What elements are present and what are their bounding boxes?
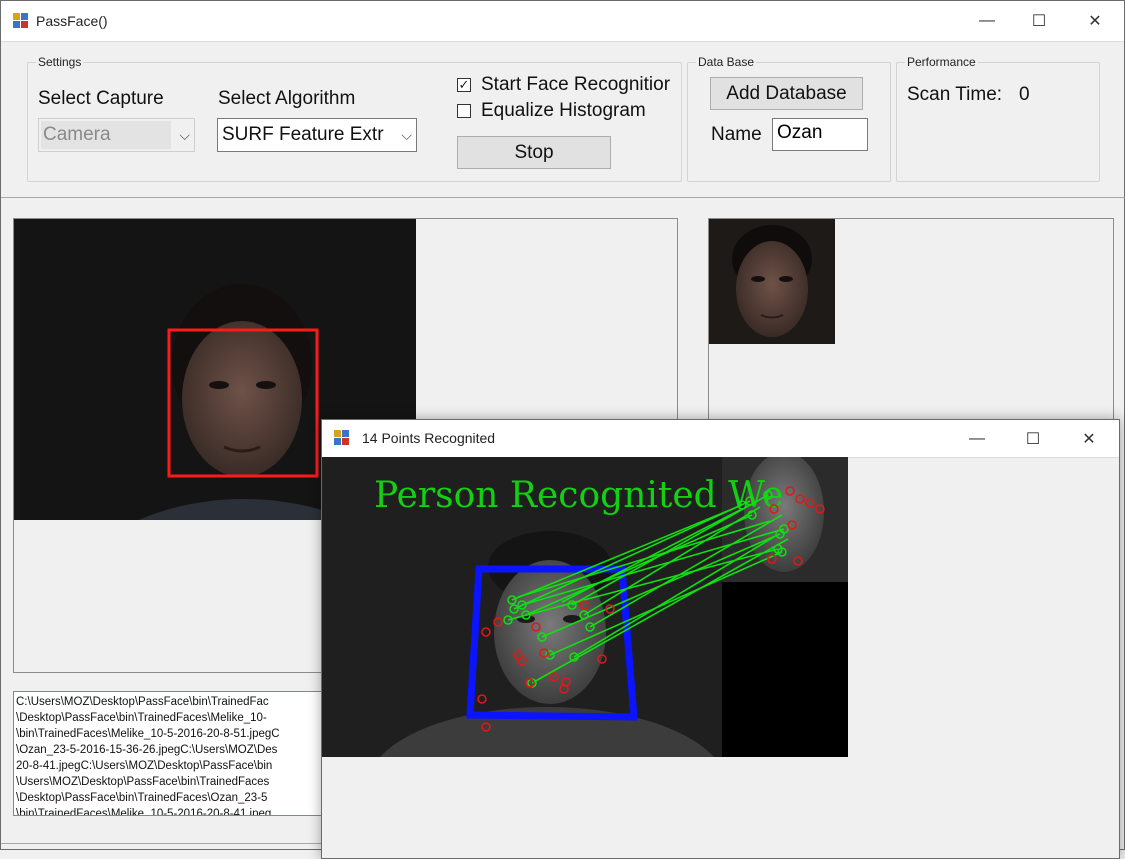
log-line: \Desktop\PassFace\bin\TrainedFaces\Melik… [16, 712, 267, 724]
database-group-label: Data Base [696, 55, 757, 69]
log-line: 20-8-41.jpegC:\Users\MOZ\Desktop\PassFac… [16, 760, 273, 772]
algorithm-label: Select Algorithm [218, 88, 356, 109]
minimize-button[interactable]: — [954, 420, 1000, 457]
capture-select[interactable]: Camera ⌵ [38, 118, 195, 152]
settings-group-label: Settings [36, 55, 84, 69]
log-line: C:\Users\MOZ\Desktop\PassFace\bin\Traine… [16, 696, 269, 708]
log-line: \bin\TrainedFaces\Melike_10-5-2016-20-8-… [16, 808, 272, 816]
scan-time-value: 0 [1019, 84, 1030, 105]
add-database-button[interactable]: Add Database [710, 77, 863, 110]
feature-match-image: Person Recognited We [322, 457, 848, 757]
app-icon [334, 430, 350, 446]
capture-value: Camera [41, 121, 171, 149]
close-button[interactable]: ✕ [1072, 1, 1118, 41]
equalize-histogram-label: Equalize Histogram [481, 100, 646, 121]
algorithm-select[interactable]: SURF Feature Extr ⌵ [217, 118, 417, 152]
stop-button[interactable]: Stop [457, 136, 611, 169]
log-textbox[interactable]: C:\Users\MOZ\Desktop\PassFace\bin\Traine… [13, 691, 325, 816]
log-line: \Users\MOZ\Desktop\PassFace\bin\TrainedF… [16, 776, 270, 788]
chevron-down-icon: ⌵ [399, 127, 412, 144]
log-line: \Ozan_23-5-2016-15-36-26.jpegC:\Users\MO… [16, 744, 278, 756]
name-label: Name [711, 124, 762, 145]
title-bar[interactable]: PassFace() — ☐ ✕ [1, 1, 1124, 42]
start-recognition-checkbox[interactable]: ✓ [457, 78, 471, 92]
checkmark-icon: ✓ [458, 77, 470, 92]
equalize-histogram-checkbox[interactable] [457, 104, 471, 118]
scan-time-label: Scan Time: [907, 84, 1003, 105]
start-recognition-label: Start Face Recognitior [481, 74, 671, 95]
close-button[interactable]: ✕ [1066, 420, 1112, 457]
minimize-button[interactable]: — [964, 1, 1010, 41]
panel-divider [1, 197, 1125, 198]
match-title-bar[interactable]: 14 Points Recognited — ☐ ✕ [322, 420, 1119, 458]
performance-group-label: Performance [905, 55, 978, 69]
performance-group [896, 62, 1100, 182]
capture-label: Select Capture [38, 88, 164, 109]
log-line: \bin\TrainedFaces\Melike_10-5-2016-20-8-… [16, 728, 280, 740]
bottom-divider [1, 843, 321, 844]
window-title: PassFace() [36, 13, 108, 29]
name-input[interactable]: Ozan [772, 118, 868, 151]
match-window-title: 14 Points Recognited [362, 430, 496, 446]
algorithm-value: SURF Feature Extr [222, 124, 384, 145]
chevron-down-icon: ⌵ [179, 127, 190, 143]
maximize-button[interactable]: ☐ [1010, 420, 1056, 457]
recognition-overlay-text: Person Recognited We [374, 475, 784, 516]
recognized-face-box [708, 218, 1114, 423]
app-icon [13, 13, 29, 29]
log-line: \Desktop\PassFace\bin\TrainedFaces\Ozan_… [16, 792, 268, 804]
recognized-face-image [709, 219, 835, 344]
match-window: 14 Points Recognited — ☐ ✕ Person Recogn… [321, 419, 1120, 859]
maximize-button[interactable]: ☐ [1016, 1, 1062, 41]
